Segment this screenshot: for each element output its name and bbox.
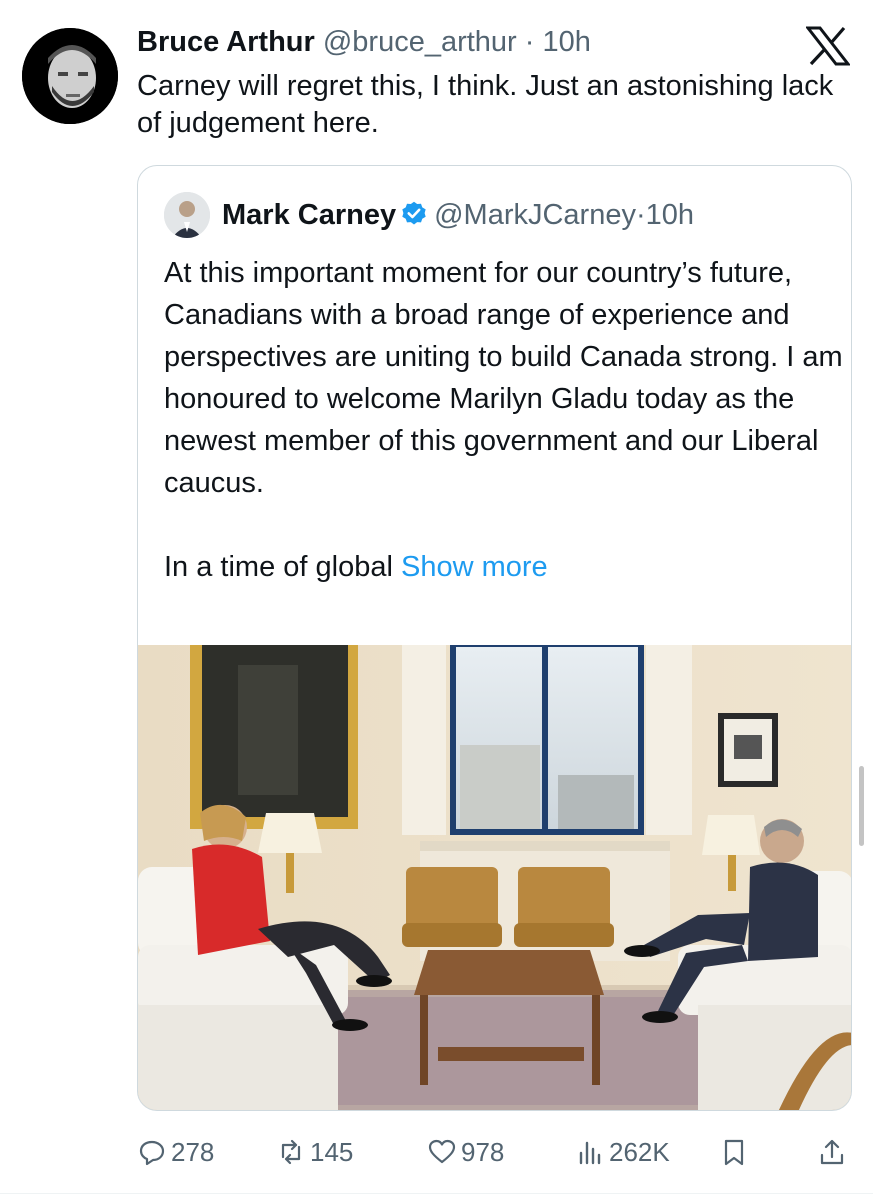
show-more-link[interactable]: Show more: [401, 551, 548, 583]
author-handle[interactable]: @bruce_arthur: [323, 26, 517, 58]
reply-count: 278: [171, 1136, 215, 1167]
x-logo-icon: [806, 26, 850, 66]
quoted-tweet-time[interactable]: 10h: [646, 199, 694, 231]
divider: [0, 1193, 873, 1194]
verified-badge-icon: [402, 201, 426, 225]
author-avatar[interactable]: [22, 28, 118, 124]
quoted-tweet-text: At this important moment for our country…: [164, 252, 844, 588]
tweet-header: Bruce Arthur @bruce_arthur · 10h: [137, 24, 591, 60]
scrollbar[interactable]: [859, 766, 864, 846]
quoted-paragraph-1: At this important moment for our country…: [164, 257, 843, 499]
quoted-meta-separator: ·: [635, 199, 646, 231]
reply-icon: [139, 1140, 165, 1166]
repost-button[interactable]: 145: [276, 1130, 353, 1174]
tweet-text: Carney will regret this, I think. Just a…: [137, 70, 834, 139]
quoted-paragraph-2-prefix: In a time of global: [164, 551, 401, 583]
repost-icon: [281, 1139, 301, 1165]
share-button[interactable]: [817, 1130, 851, 1174]
quoted-tweet-card[interactable]: Mark Carney @MarkJCarney·10h At this imp…: [137, 165, 852, 1111]
meta-separator: ·: [516, 26, 543, 58]
share-icon: [820, 1139, 844, 1165]
like-icon: [428, 1139, 456, 1164]
quoted-author-handle[interactable]: @MarkJCarney: [434, 199, 636, 231]
views-count: 262K: [609, 1136, 670, 1167]
reply-button[interactable]: 278: [137, 1130, 214, 1174]
author-name[interactable]: Bruce Arthur: [137, 26, 315, 58]
like-count: 978: [461, 1136, 505, 1167]
quoted-author-name[interactable]: Mark Carney: [222, 199, 396, 231]
quoted-tweet-header: Mark Carney @MarkJCarney·10h: [222, 196, 694, 234]
quoted-tweet-photo[interactable]: [138, 645, 851, 1110]
bookmark-button[interactable]: [719, 1130, 753, 1174]
quoted-paragraph-2: In a time of global Show more: [164, 546, 844, 588]
quoted-author-avatar[interactable]: [164, 192, 210, 238]
views-button[interactable]: 262K: [575, 1130, 670, 1174]
views-icon: [579, 1141, 601, 1165]
tweet-time[interactable]: 10h: [543, 26, 591, 58]
like-button[interactable]: 978: [427, 1130, 504, 1174]
tweet-actions: 278 145 978 262K: [137, 1130, 852, 1174]
bookmark-icon: [724, 1139, 744, 1166]
tweet[interactable]: Bruce Arthur @bruce_arthur · 10h Carney …: [0, 0, 873, 1200]
repost-count: 145: [310, 1136, 354, 1167]
